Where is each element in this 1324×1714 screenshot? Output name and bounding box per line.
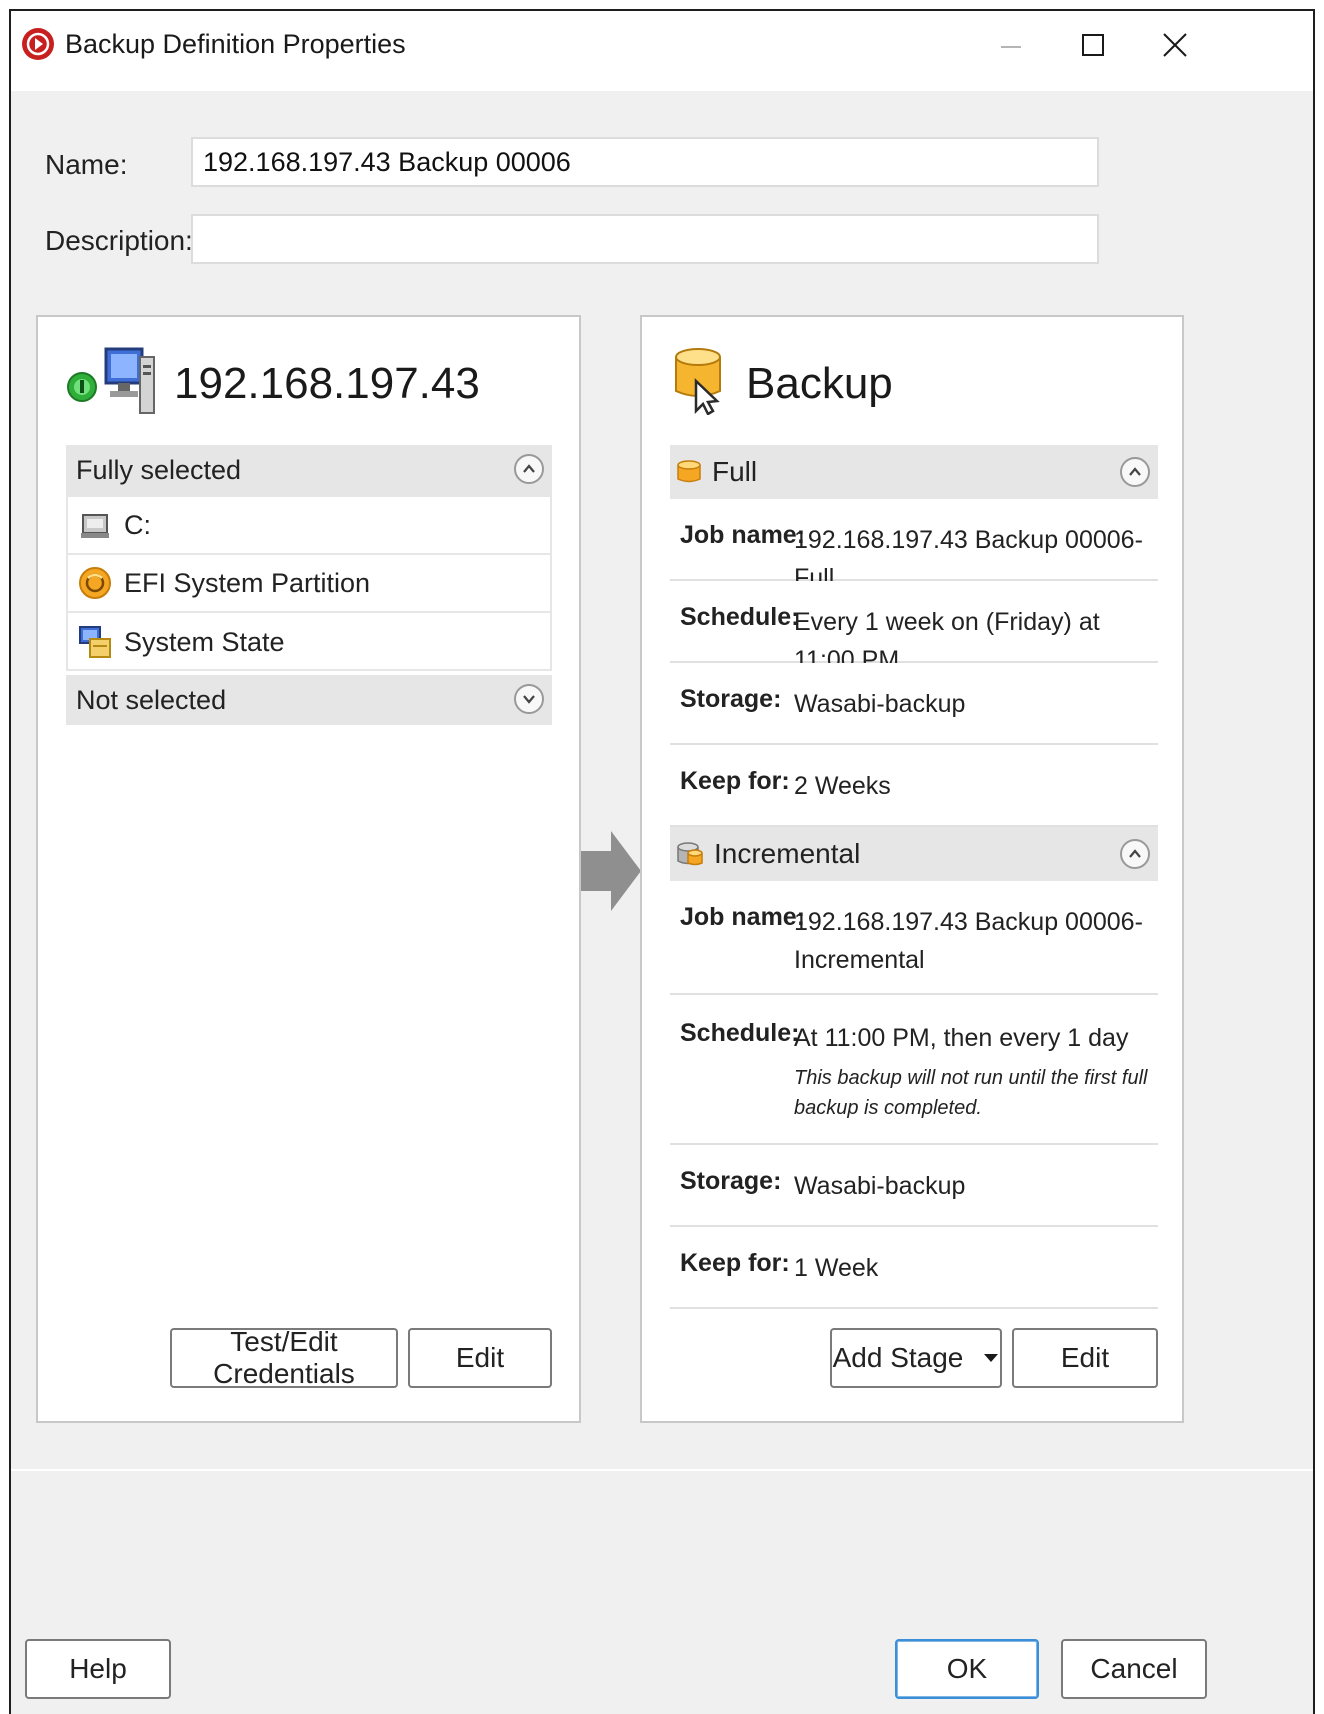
item-label: C:	[124, 509, 151, 540]
name-input[interactable]	[191, 137, 1099, 187]
incremental-schedule-row: Schedule: At 11:00 PM, then every 1 day …	[670, 995, 1158, 1145]
full-schedule-row: Schedule: Every 1 week on (Friday) at 11…	[670, 581, 1158, 674]
incremental-stage-header[interactable]: Incremental	[670, 827, 1158, 881]
selected-items-list: C: EFI System Partition System State	[66, 495, 552, 671]
dropdown-caret-icon	[984, 1354, 999, 1362]
chevron-up-icon	[523, 464, 535, 473]
incremental-backup-icon	[677, 842, 703, 866]
full-job-name-row: Job name: 192.168.197.43 Backup 00006-Fu…	[670, 499, 1158, 592]
system-state-icon	[79, 626, 111, 658]
online-status-icon	[67, 372, 97, 402]
dialog-window: Backup Definition Properties Name: Descr…	[9, 9, 1315, 1714]
computer-icon	[104, 347, 155, 414]
help-button[interactable]: Help	[25, 1639, 171, 1699]
close-icon	[1163, 33, 1187, 57]
cancel-button[interactable]: Cancel	[1061, 1639, 1207, 1699]
full-backup-icon	[677, 460, 701, 483]
incremental-schedule: At 11:00 PM, then every 1 day	[794, 1024, 1129, 1052]
title-bar: Backup Definition Properties	[11, 11, 1313, 91]
list-item[interactable]: EFI System Partition	[68, 555, 550, 613]
source-panel: 192.168.197.43 Fully selected C: EFI Sys…	[36, 315, 581, 1423]
full-collapse-chevron[interactable]	[1120, 457, 1150, 487]
maximize-icon	[1082, 34, 1104, 56]
incremental-keep: 1 Week	[794, 1254, 879, 1282]
description-label: Description:	[45, 225, 193, 256]
prop-key: Keep for:	[680, 1249, 790, 1277]
prop-key: Keep for:	[680, 767, 790, 795]
chevron-up-icon	[1129, 467, 1141, 476]
close-button[interactable]	[1145, 23, 1205, 67]
test-edit-credentials-button[interactable]: Test/Edit Credentials	[170, 1326, 398, 1389]
collapse-chevron[interactable]	[514, 454, 544, 484]
source-edit-button[interactable]: Edit	[408, 1328, 552, 1388]
full-keep: 2 Weeks	[794, 772, 891, 800]
destination-panel: Backup Full Job name: 192.168.197.43 Bac…	[640, 315, 1184, 1423]
ok-button[interactable]: OK	[895, 1639, 1039, 1699]
incremental-schedule-note: This backup will not run until the first…	[794, 1067, 1148, 1119]
prop-key: Storage:	[680, 685, 782, 713]
not-selected-header[interactable]: Not selected	[66, 675, 552, 725]
prop-key: Storage:	[680, 1167, 782, 1195]
app-logo-icon	[22, 28, 54, 60]
backup-database-icon	[675, 348, 721, 415]
full-storage-row: Storage: Wasabi-backup	[670, 663, 1158, 745]
full-keep-row: Keep for: 2 Weeks	[670, 745, 1158, 827]
not-selected-label: Not selected	[76, 684, 227, 715]
prop-key: Job name:	[680, 521, 806, 549]
chevron-up-icon	[1129, 849, 1141, 858]
flow-arrow-icon	[581, 831, 641, 911]
incremental-job-name: 192.168.197.43 Backup 00006-Incremental	[794, 908, 1143, 974]
incremental-collapse-chevron[interactable]	[1120, 839, 1150, 869]
full-storage: Wasabi-backup	[794, 690, 966, 718]
window-title: Backup Definition Properties	[65, 29, 406, 59]
list-item[interactable]: C:	[68, 497, 550, 555]
add-stage-button[interactable]: Add Stage	[830, 1328, 1002, 1388]
incremental-storage: Wasabi-backup	[794, 1172, 966, 1200]
incremental-stage-label: Incremental	[714, 838, 861, 869]
destination-title: Backup	[746, 359, 893, 408]
description-input[interactable]	[191, 214, 1099, 264]
full-stage-label: Full	[712, 456, 758, 487]
efi-partition-icon	[79, 567, 111, 599]
incremental-keep-row: Keep for: 1 Week	[670, 1227, 1158, 1309]
item-label: System State	[124, 626, 285, 657]
add-stage-label: Add Stage	[832, 1342, 964, 1373]
chevron-down-icon	[523, 695, 535, 704]
name-label: Name:	[45, 149, 128, 180]
host-address: 192.168.197.43	[174, 359, 480, 408]
list-item[interactable]: System State	[68, 613, 550, 671]
fully-selected-header[interactable]: Fully selected	[66, 445, 552, 495]
drive-icon	[81, 514, 109, 538]
full-stage-header[interactable]: Full	[670, 445, 1158, 499]
item-label: EFI System Partition	[124, 567, 371, 598]
incremental-schedule-block: At 11:00 PM, then every 1 day This backu…	[794, 1019, 1149, 1123]
incremental-storage-row: Storage: Wasabi-backup	[670, 1145, 1158, 1227]
minimize-button[interactable]	[981, 23, 1041, 67]
prop-key: Job name:	[680, 903, 806, 931]
prop-key: Schedule:	[680, 1019, 800, 1047]
footer-divider	[11, 1469, 1313, 1471]
destination-edit-button[interactable]: Edit	[1012, 1328, 1158, 1388]
minimize-icon	[1001, 46, 1021, 48]
fully-selected-label: Fully selected	[76, 454, 242, 485]
prop-key: Schedule:	[680, 603, 800, 631]
incremental-job-name-row: Job name: 192.168.197.43 Backup 00006-In…	[670, 881, 1158, 995]
expand-chevron[interactable]	[514, 684, 544, 714]
maximize-button[interactable]	[1063, 23, 1123, 67]
